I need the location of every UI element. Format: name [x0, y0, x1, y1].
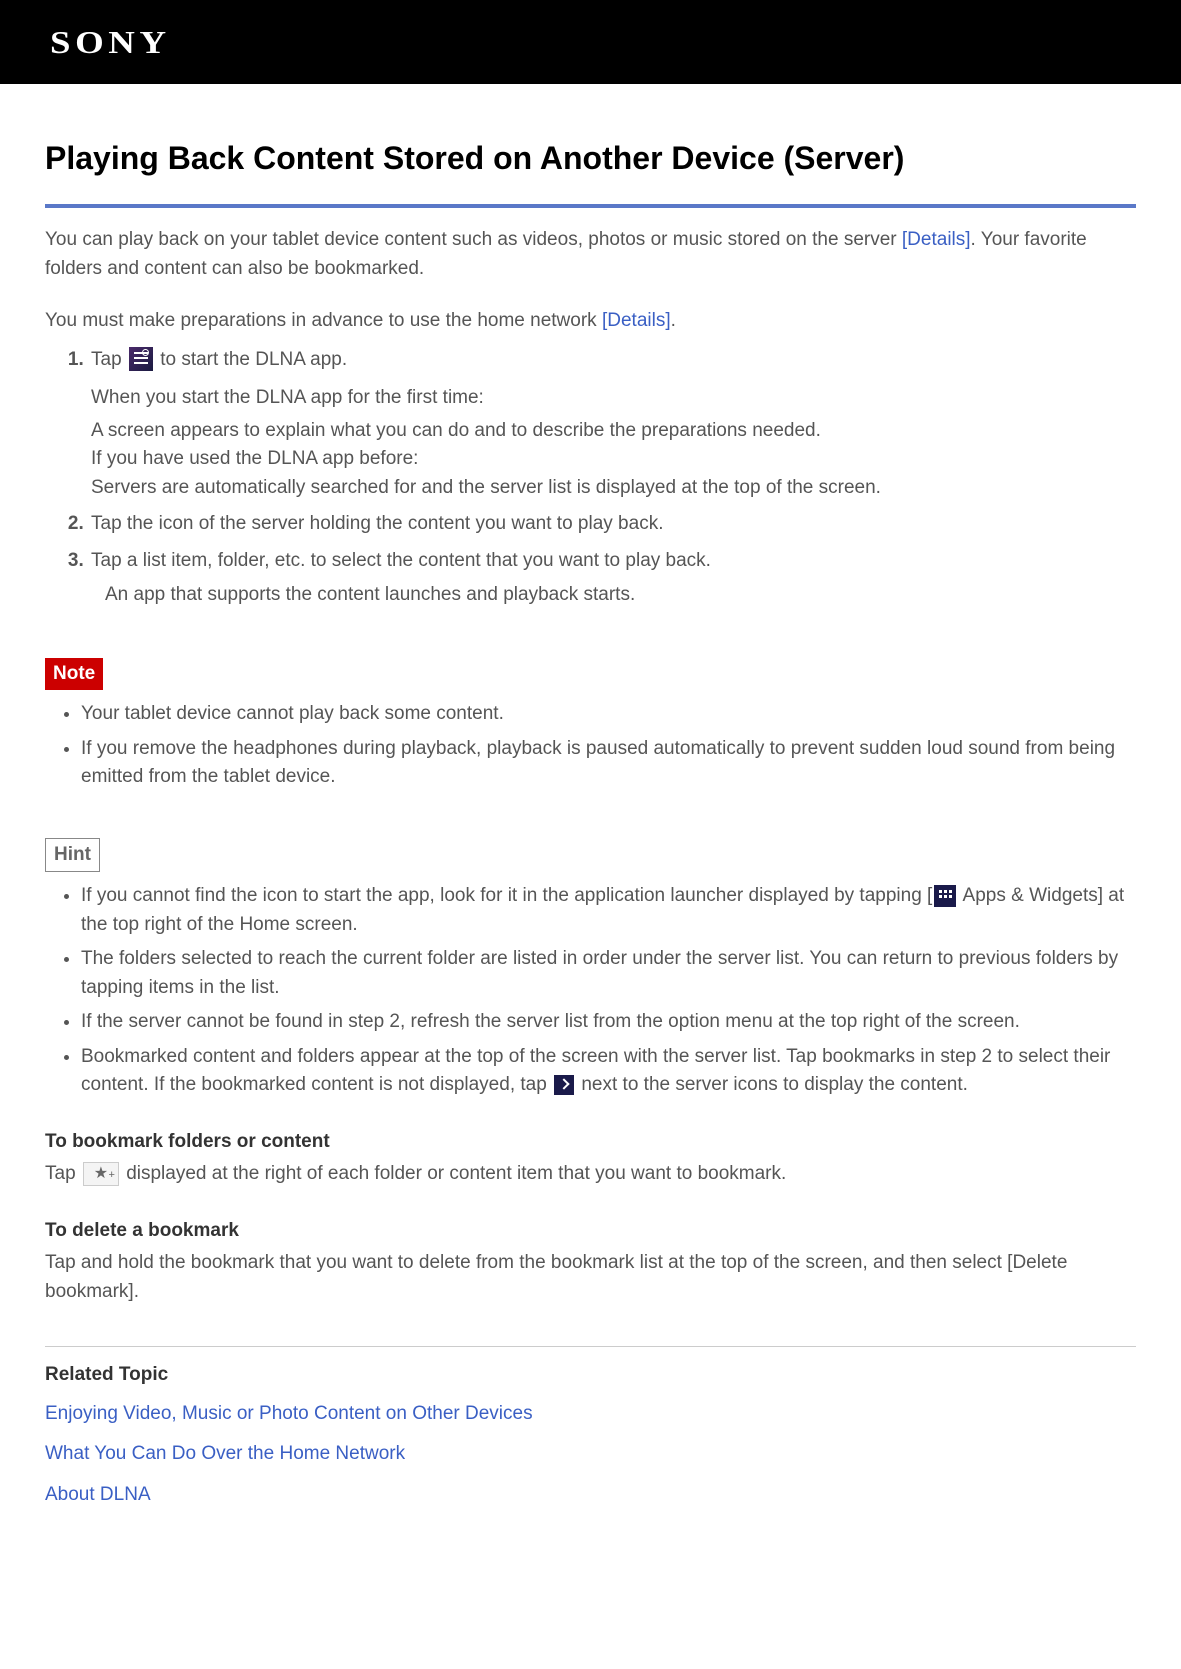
delete-bookmark-text: Tap and hold the bookmark that you want … — [45, 1249, 1136, 1306]
related-link[interactable]: What You Can Do Over the Home Network — [45, 1440, 1136, 1469]
step-1: Tap to start the DLNA app. When you star… — [89, 346, 1136, 503]
page-title: Playing Back Content Stored on Another D… — [45, 134, 1136, 208]
sony-logo: SONY — [50, 18, 171, 66]
hint-1a: If you cannot find the icon to start the… — [81, 885, 932, 906]
intro-paragraph-1: You can play back on your tablet device … — [45, 226, 1136, 283]
bookmark-text-a: Tap — [45, 1163, 81, 1184]
step-3-bullet: An app that supports the content launche… — [105, 581, 1136, 610]
dlna-app-icon — [129, 347, 153, 371]
hint-label: Hint — [45, 838, 100, 873]
bookmark-text-b: displayed at the right of each folder or… — [121, 1163, 786, 1184]
apps-launcher-icon — [934, 885, 956, 907]
star-add-icon: ★ — [83, 1162, 119, 1186]
intro-text-2a: You must make preparations in advance to… — [45, 310, 602, 331]
intro-paragraph-2: You must make preparations in advance to… — [45, 307, 1136, 336]
intro-text-2b: . — [671, 310, 676, 331]
note-item: Your tablet device cannot play back some… — [81, 700, 1136, 729]
note-item: If you remove the headphones during play… — [81, 735, 1136, 792]
step-1-text-b: to start the DLNA app. — [155, 349, 347, 370]
steps-list: Tap to start the DLNA app. When you star… — [45, 346, 1136, 610]
note-label: Note — [45, 658, 103, 691]
step-3-text: Tap a list item, folder, etc. to select … — [91, 550, 711, 571]
step-1-sub2: A screen appears to explain what you can… — [91, 417, 1136, 446]
note-list: Your tablet device cannot play back some… — [45, 700, 1136, 792]
hint-4b: next to the server icons to display the … — [576, 1074, 968, 1095]
related-divider — [45, 1346, 1136, 1347]
related-link[interactable]: Enjoying Video, Music or Photo Content o… — [45, 1400, 1136, 1429]
step-3: Tap a list item, folder, etc. to select … — [89, 547, 1136, 610]
hint-item: The folders selected to reach the curren… — [81, 945, 1136, 1002]
step-2: Tap the icon of the server holding the c… — [89, 510, 1136, 539]
step-1-sub1: When you start the DLNA app for the firs… — [91, 384, 1136, 413]
hint-item: If you cannot find the icon to start the… — [81, 882, 1136, 939]
bookmark-text: Tap ★ displayed at the right of each fol… — [45, 1160, 1136, 1189]
arrow-right-icon — [554, 1075, 574, 1095]
details-link-1[interactable]: [Details] — [902, 229, 971, 250]
hint-list: If you cannot find the icon to start the… — [45, 882, 1136, 1100]
hint-item: Bookmarked content and folders appear at… — [81, 1043, 1136, 1100]
intro-text-1a: You can play back on your tablet device … — [45, 229, 902, 250]
details-link-2[interactable]: [Details] — [602, 310, 671, 331]
step-1-sub4: Servers are automatically searched for a… — [91, 474, 1136, 503]
step-1-text-a: Tap — [91, 349, 127, 370]
delete-bookmark-heading: To delete a bookmark — [45, 1217, 1136, 1246]
related-topic-title: Related Topic — [45, 1361, 1136, 1390]
bookmark-heading: To bookmark folders or content — [45, 1128, 1136, 1157]
hint-item: If the server cannot be found in step 2,… — [81, 1008, 1136, 1037]
step-1-sub3: If you have used the DLNA app before: — [91, 445, 1136, 474]
main-content: Playing Back Content Stored on Another D… — [0, 84, 1181, 1571]
related-link[interactable]: About DLNA — [45, 1481, 1136, 1510]
header-bar: SONY — [0, 0, 1181, 84]
